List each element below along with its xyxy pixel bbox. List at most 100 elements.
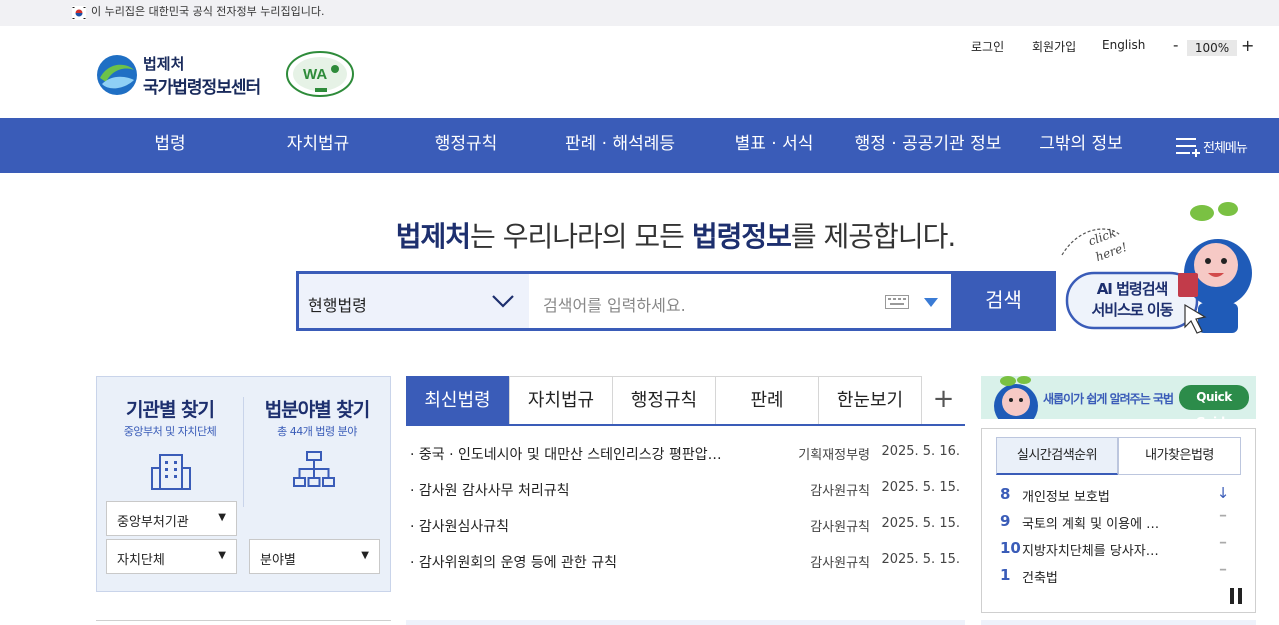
central-agency-select[interactable]: 중앙부처기관 ▼ bbox=[106, 501, 237, 536]
tab-local-laws[interactable]: 자치법규 bbox=[509, 376, 613, 424]
nav-item-laws[interactable]: 법령 bbox=[130, 118, 210, 173]
search-placeholder: 검색어를 입력하세요. bbox=[543, 296, 686, 315]
list-item[interactable]: 9 국토의 계획 및 이용에 … ━ bbox=[1000, 511, 1245, 533]
tab-my-laws[interactable]: 내가찾은법령 bbox=[1118, 437, 1241, 475]
list-item[interactable]: · 감사원 감사사무 처리규칙 감사원규칙 2025. 5. 15. bbox=[410, 480, 965, 500]
nav-item-public-info[interactable]: 행정 · 공공기관 정보 bbox=[845, 118, 1011, 173]
gov-notice-text: 이 누리집은 대한민국 공식 전자정부 누리집입니다. bbox=[91, 5, 325, 18]
zoom-out-button[interactable]: - bbox=[1173, 36, 1178, 54]
zoom-in-button[interactable]: + bbox=[1241, 36, 1254, 55]
nav-item-admin-rules[interactable]: 행정규칙 bbox=[418, 118, 514, 173]
news-org: 감사원규칙 bbox=[810, 484, 870, 499]
building-icon bbox=[151, 454, 191, 490]
nav-item-etc[interactable]: 그밖의 정보 bbox=[1030, 118, 1132, 173]
all-menu-button[interactable]: 전체메뉴 bbox=[1175, 133, 1248, 159]
rank-number: 9 bbox=[1000, 512, 1011, 530]
list-item[interactable]: · 중국 · 인도네시아 및 대만산 스테인리스강 평판압… 기획재정부령 20… bbox=[410, 444, 965, 464]
pause-icon[interactable] bbox=[1229, 588, 1243, 604]
local-gov-select[interactable]: 자치단체 ▼ bbox=[106, 539, 237, 574]
field-finder-sub: 총 44개 법령 분야 bbox=[277, 425, 357, 438]
org-finder-title[interactable]: 기관별 찾기 bbox=[97, 395, 243, 422]
english-link[interactable]: English bbox=[1102, 38, 1145, 52]
law-tabs: 최신법령 자치법규 행정규칙 판례 한눈보기 + bbox=[406, 376, 965, 426]
caret-down-icon: ▼ bbox=[361, 550, 369, 561]
news-title[interactable]: · 감사원 감사사무 처리규칙 bbox=[410, 480, 760, 500]
join-link[interactable]: 회원가입 bbox=[1032, 38, 1076, 55]
search-input[interactable]: 검색어를 입력하세요. bbox=[529, 271, 951, 331]
dropdown-triangle-icon[interactable] bbox=[924, 298, 938, 307]
central-agency-value: 중앙부처기관 bbox=[117, 515, 189, 530]
list-item[interactable]: 8 개인정보 보호법 ↓ bbox=[1000, 484, 1245, 506]
caret-down-icon: ▼ bbox=[218, 512, 226, 523]
list-item[interactable]: 1 건축법 ━ bbox=[1000, 565, 1245, 587]
search-bar: 현행법령 검색어를 입력하세요. 검색 bbox=[296, 271, 1056, 331]
rank-number: 8 bbox=[1000, 485, 1011, 503]
header: 법제처 국가법령정보센터 WA 로그인 회원가입 English - 100% … bbox=[0, 26, 1279, 118]
logo-line2[interactable]: 국가법령정보센터 bbox=[143, 73, 261, 98]
news-title[interactable]: · 감사원심사규칙 bbox=[410, 516, 760, 536]
caret-down-icon: ▼ bbox=[218, 550, 226, 561]
search-type-select[interactable]: 현행법령 bbox=[296, 271, 529, 331]
tab-latest-laws[interactable]: 최신법령 bbox=[406, 376, 509, 424]
all-menu-label: 전체메뉴 bbox=[1203, 141, 1248, 156]
bottom-banner-edge bbox=[406, 620, 965, 625]
search-type-value: 현행법령 bbox=[308, 296, 367, 315]
svg-text:WA: WA bbox=[303, 66, 327, 83]
gov-notice-bar: 이 누리집은 대한민국 공식 전자정부 누리집입니다. bbox=[0, 0, 1279, 26]
tab-precedents[interactable]: 판례 bbox=[715, 376, 819, 424]
list-item[interactable]: 10 지방자치단체를 당사자… ━ bbox=[1000, 538, 1245, 560]
login-link[interactable]: 로그인 bbox=[971, 38, 1004, 55]
news-date: 2025. 5. 15. bbox=[881, 552, 960, 567]
more-plus-button[interactable]: + bbox=[922, 376, 965, 424]
moleg-logo-icon[interactable] bbox=[96, 54, 138, 96]
logo-line1[interactable]: 법제처 bbox=[143, 53, 184, 74]
news-date: 2025. 5. 16. bbox=[881, 444, 960, 459]
quick-guide-banner[interactable]: 새롭이가 쉽게 알려주는 국법 Quick Guide bbox=[981, 376, 1256, 419]
field-value: 분야별 bbox=[260, 553, 296, 568]
news-title[interactable]: · 감사위원회의 운영 등에 관한 규칙 bbox=[410, 552, 760, 572]
rank-number: 10 bbox=[1000, 539, 1021, 557]
rank-keyword[interactable]: 건축법 bbox=[1022, 567, 1182, 586]
field-finder-title[interactable]: 법분야별 찾기 bbox=[244, 395, 390, 422]
nav-item-local-laws[interactable]: 자치법규 bbox=[270, 118, 366, 173]
news-title[interactable]: · 중국 · 인도네시아 및 대만산 스테인리스강 평판압… bbox=[410, 444, 760, 464]
search-button[interactable]: 검색 bbox=[951, 271, 1056, 331]
field-select[interactable]: 분야별 ▼ bbox=[249, 539, 380, 574]
rank-keyword[interactable]: 지방자치단체를 당사자… bbox=[1022, 540, 1182, 559]
ai-search-promo[interactable]: click here! AI 법령검색 서비스로 이동 bbox=[1050, 195, 1279, 340]
list-item[interactable]: · 감사원심사규칙 감사원규칙 2025. 5. 15. bbox=[410, 516, 965, 536]
news-date: 2025. 5. 15. bbox=[881, 480, 960, 495]
quick-guide-button[interactable]: Quick Guide bbox=[1179, 385, 1249, 419]
quick-guide-text: 새롭이가 쉽게 알려주는 국법 bbox=[1043, 392, 1174, 406]
rank-keyword[interactable]: 개인정보 보호법 bbox=[1022, 486, 1182, 505]
org-finder-sub: 중앙부처 및 자치단체 bbox=[123, 425, 217, 438]
tab-admin-rules[interactable]: 행정규칙 bbox=[612, 376, 716, 424]
virtual-keyboard-icon[interactable] bbox=[885, 295, 909, 309]
rank-down-icon: ↓ bbox=[1216, 484, 1230, 502]
bottom-banner-edge bbox=[981, 620, 1256, 625]
rank-same-icon: ━ bbox=[1219, 538, 1227, 549]
web-accessibility-badge-icon: WA bbox=[286, 51, 354, 97]
finder-box: 기관별 찾기 중앙부처 및 자치단체 법분야별 찾기 총 44개 법령 분야 중… bbox=[96, 376, 391, 592]
local-gov-value: 자치단체 bbox=[117, 553, 165, 568]
rank-keyword[interactable]: 국토의 계획 및 이용에 … bbox=[1022, 513, 1182, 532]
news-org: 기획재정부령 bbox=[798, 448, 870, 463]
news-org: 감사원규칙 bbox=[810, 520, 870, 535]
hero-bold-2: 법령정보 bbox=[691, 220, 792, 253]
main-nav: 법령 자치법규 행정규칙 판례 · 해석례등 별표 · 서식 행정 · 공공기관… bbox=[0, 118, 1279, 173]
org-chart-icon bbox=[293, 451, 335, 487]
tab-overview[interactable]: 한눈보기 bbox=[818, 376, 922, 424]
list-item[interactable]: · 감사위원회의 운영 등에 관한 규칙 감사원규칙 2025. 5. 15. bbox=[410, 552, 965, 572]
search-ranking-box: 실시간검색순위 내가찾은법령 8 개인정보 보호법 ↓ 9 국토의 계획 및 이… bbox=[981, 428, 1256, 613]
hero-text-2: 를 제공합니다. bbox=[790, 220, 956, 253]
rank-number: 1 bbox=[1000, 566, 1011, 584]
ai-line1: AI 법령검색 bbox=[1096, 280, 1169, 298]
rank-same-icon: ━ bbox=[1219, 565, 1227, 576]
chevron-down-icon bbox=[492, 295, 514, 308]
news-org: 감사원규칙 bbox=[810, 556, 870, 571]
hero-bold-1: 법제처 bbox=[395, 220, 471, 253]
tab-realtime-rank[interactable]: 실시간검색순위 bbox=[996, 437, 1118, 475]
mascot-icon bbox=[994, 376, 1038, 419]
nav-item-forms[interactable]: 별표 · 서식 bbox=[725, 118, 823, 173]
nav-item-precedents[interactable]: 판례 · 해석례등 bbox=[555, 118, 685, 173]
